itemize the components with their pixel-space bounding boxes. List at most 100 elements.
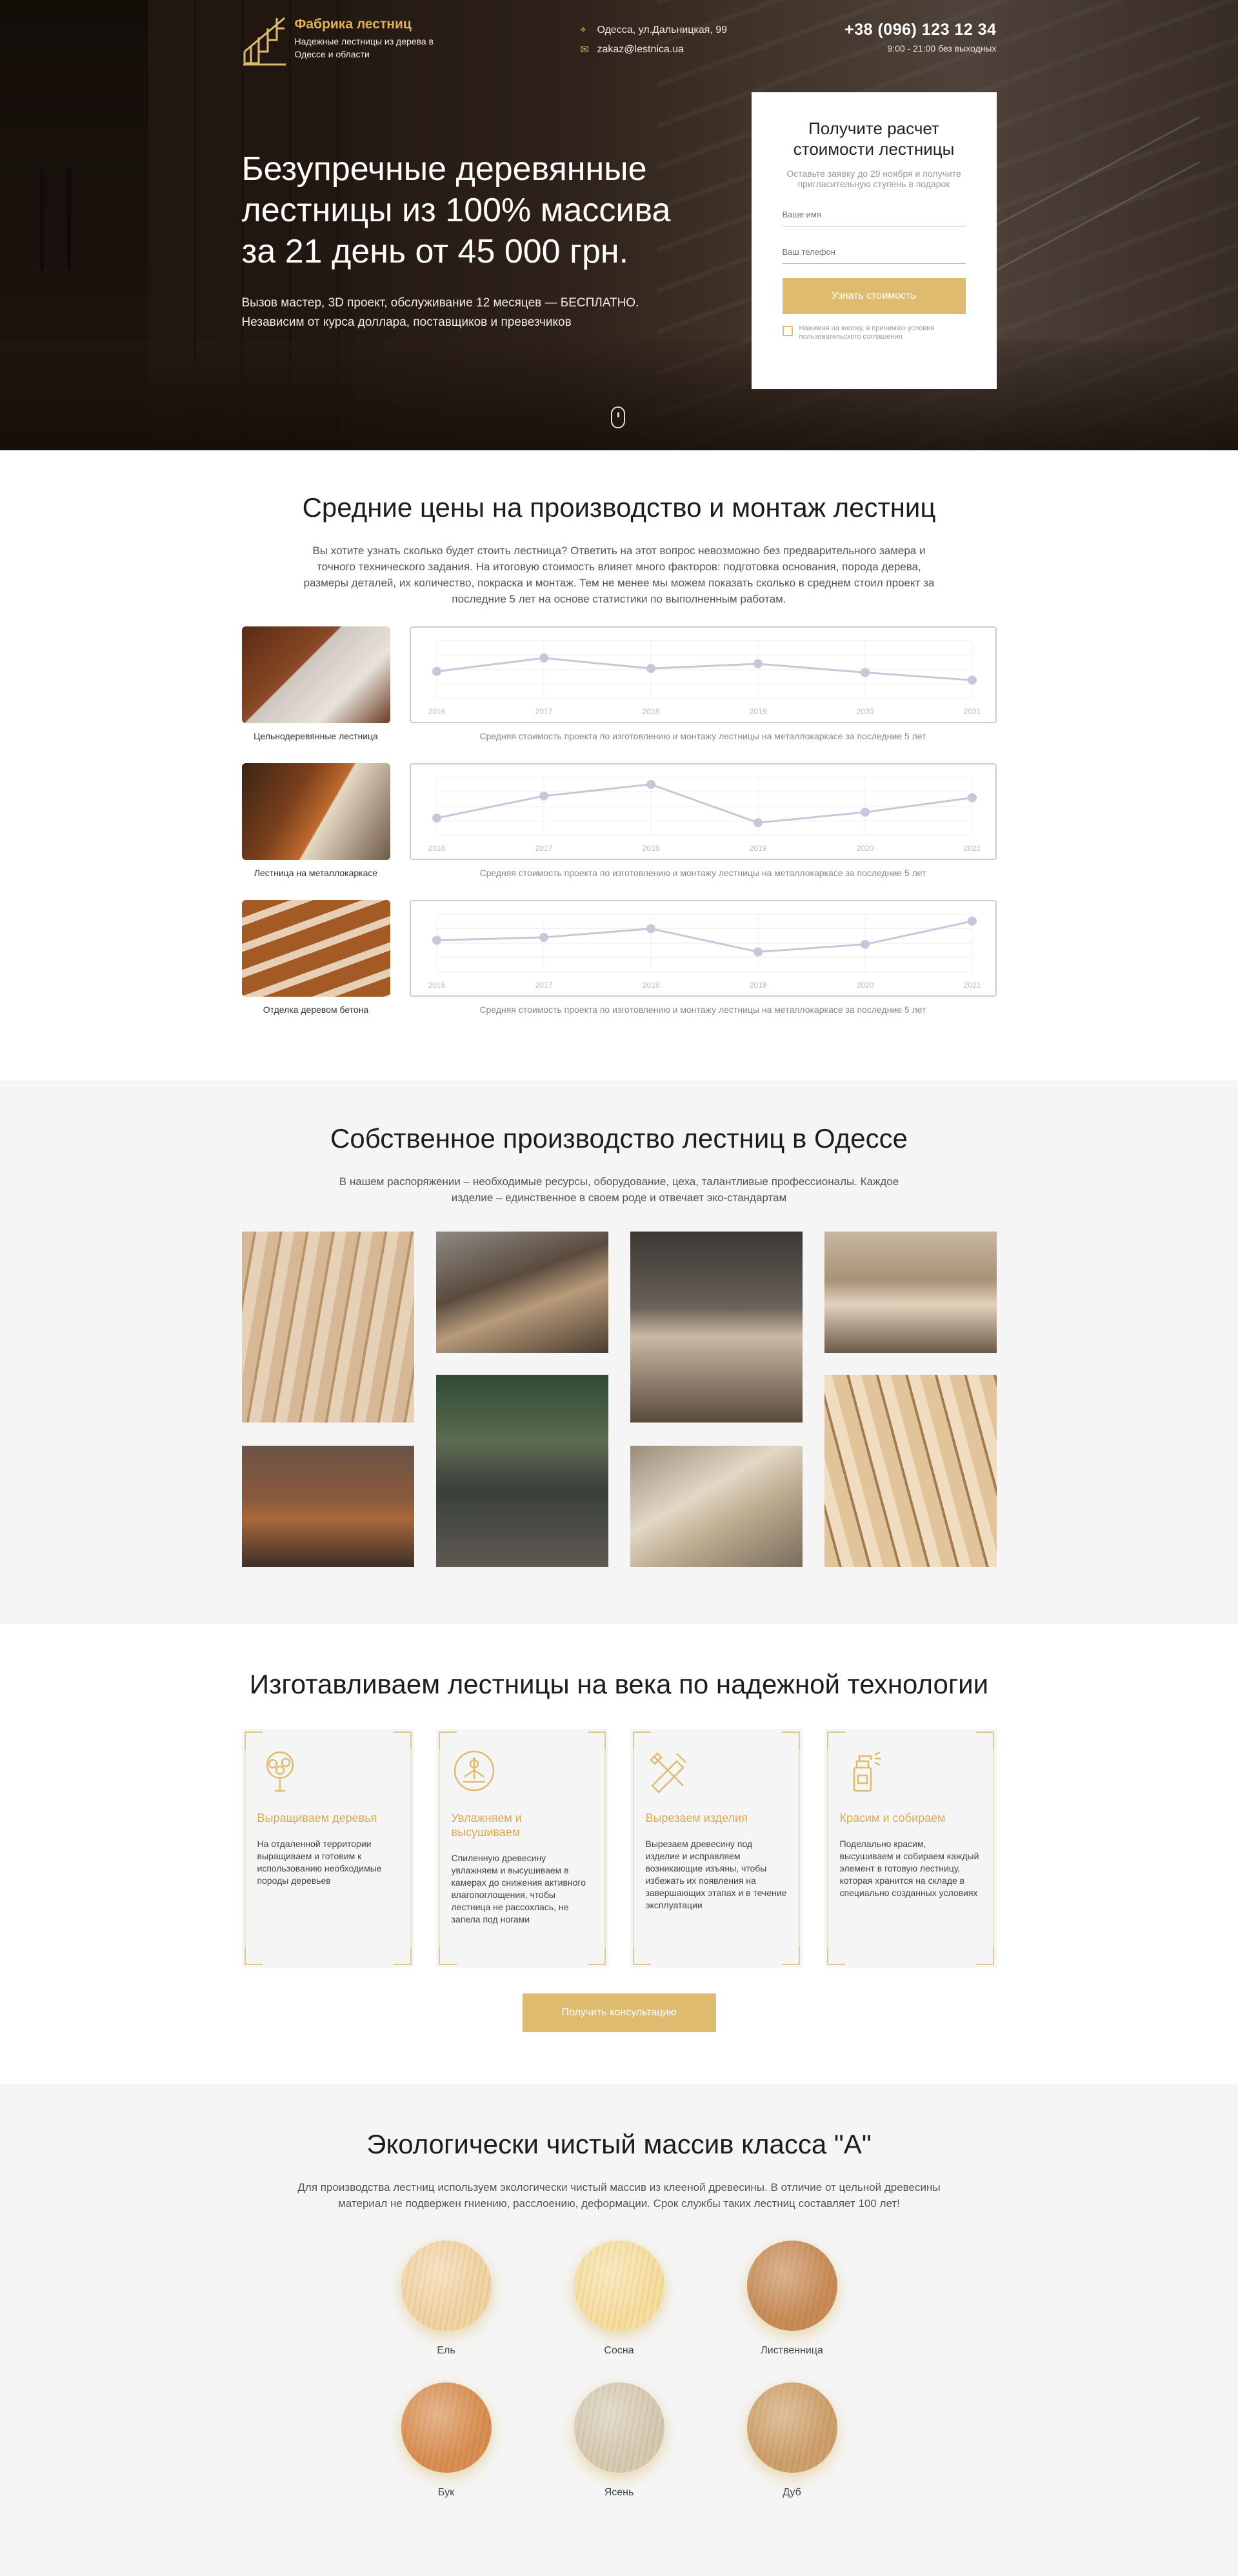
price-chart: 2016 2017 2018 2019 2020 2021 <box>409 626 997 723</box>
tree-icon <box>266 1751 294 1792</box>
email-link[interactable]: zakaz@lestnica.ua <box>597 44 684 55</box>
price-row-caption: Цельнодеревянные лестница <box>254 731 378 741</box>
chart-tick-label: 2016 <box>428 707 445 716</box>
gallery-photo[interactable] <box>435 1232 608 1353</box>
wood-sample <box>574 2241 664 2331</box>
scroll-down-mouse-icon[interactable] <box>610 406 625 428</box>
chart-tick-label: 2020 <box>856 844 874 853</box>
technology-title: Изготавливаем лестницы на века по надежн… <box>249 1669 989 1699</box>
form-note: Оставьте заявку до 29 ноября и получите … <box>786 168 961 189</box>
name-input[interactable] <box>782 203 966 226</box>
price-chart: 2016 2017 2018 2019 2020 2021 <box>409 900 997 997</box>
phone-input[interactable] <box>782 241 966 264</box>
eco-section: Экологически чистый массив класса "А" Дл… <box>0 2084 1238 2576</box>
wood-label: Дуб <box>783 2487 801 2498</box>
agreement-checkbox[interactable] <box>782 326 793 336</box>
gallery-photo[interactable] <box>824 1375 997 1567</box>
gallery-photo[interactable] <box>630 1232 803 1423</box>
chart-point[interactable] <box>967 675 977 685</box>
hero-title: Безупречные деревянные лестницы из 100% … <box>241 150 671 270</box>
prices-title: Средние цены на производство и монтаж ле… <box>302 492 936 523</box>
chart-series-line <box>436 657 972 681</box>
tech-card-title: Красим и собираем <box>839 1812 946 1824</box>
wood-item[interactable]: Дуб <box>746 2382 837 2499</box>
price-line-chart: 2016 2017 2018 2019 2020 2021 <box>428 640 981 716</box>
price-row-caption: Лестница на металлокаркасе <box>254 868 378 878</box>
tech-card-text: Вырезаем древесину под изделие и исправл… <box>645 1839 787 1910</box>
eco-text: Для производства лестниц используем экол… <box>297 2181 941 2210</box>
wood-sample <box>746 2241 837 2331</box>
header: Фабрика лестниц Надежные лестницы из дер… <box>242 14 997 66</box>
chart-point[interactable] <box>967 916 977 926</box>
chart-point[interactable] <box>539 654 548 663</box>
gallery-photo[interactable] <box>241 1232 414 1423</box>
price-row: Цельнодеревянные лестница 2016 2017 2018 20… <box>241 626 997 747</box>
agreement-text: Нажимая на кнопку, я принимаю условия по… <box>799 324 935 341</box>
spray-paint-icon <box>853 1751 881 1792</box>
chart-point[interactable] <box>646 664 655 674</box>
production-gallery <box>241 1232 997 1567</box>
chart-tick-label: 2018 <box>642 707 659 716</box>
price-row-caption: Отделка деревом бетона <box>263 1004 369 1015</box>
wood-label: Бук <box>437 2487 455 2498</box>
chart-tick-label: 2016 <box>428 844 445 853</box>
chart-tick-label: 2019 <box>749 844 766 853</box>
phone-number[interactable]: +38 (096) 123 12 34 <box>844 21 996 39</box>
production-section: Собственное производство лестниц в Одесс… <box>0 1081 1238 1624</box>
chart-point[interactable] <box>753 947 763 957</box>
chart-series-line <box>436 920 972 954</box>
chart-tick-label: 2017 <box>535 707 552 716</box>
gallery-photo[interactable] <box>241 1446 414 1567</box>
chart-tick-label: 2016 <box>428 981 445 990</box>
stairs-logo-icon <box>243 17 286 66</box>
chart-point[interactable] <box>539 791 548 801</box>
staircase-photo <box>241 900 390 997</box>
wood-item[interactable]: Ель <box>401 2241 492 2357</box>
wood-label: Ясень <box>604 2487 634 2498</box>
working-hours: 9:00 - 21:00 без выходных <box>887 43 997 54</box>
chart-tick-label: 2021 <box>963 844 981 853</box>
chart-point[interactable] <box>432 814 441 823</box>
logo-subtitle: Надежные лестницы из дерева в Одессе и о… <box>294 36 434 59</box>
logo[interactable]: Фабрика лестниц Надежные лестницы из дер… <box>242 14 450 66</box>
chart-tick-label: 2017 <box>535 981 552 990</box>
chart-point[interactable] <box>539 933 548 942</box>
staircase-photo <box>241 763 390 860</box>
wood-item[interactable]: Бук <box>401 2382 492 2499</box>
map-pin-icon: ⌖ <box>580 25 586 35</box>
get-price-button[interactable]: Узнать стоимость <box>782 278 966 314</box>
wood-label: Сосна <box>604 2345 634 2356</box>
calc-form: Получите расчет стоимости лестницы Остав… <box>751 92 997 389</box>
chart-point[interactable] <box>860 808 870 817</box>
chart-point[interactable] <box>646 779 655 789</box>
price-chart: 2016 2017 2018 2019 2020 2021 <box>409 763 997 860</box>
chart-tick-label: 2018 <box>642 981 659 990</box>
email-row[interactable]: ✉ zakaz@lestnica.ua <box>581 40 728 59</box>
chart-point[interactable] <box>753 659 763 668</box>
hero-text: Вызов мастер, 3D проект, обслуживание 12… <box>241 296 639 329</box>
gallery-photo[interactable] <box>630 1446 803 1567</box>
tech-card: Увлажняем и высушиваем Спиленную древеси… <box>435 1729 608 1968</box>
chart-point[interactable] <box>646 924 655 934</box>
log-drying-icon <box>454 1750 494 1792</box>
gallery-photo[interactable] <box>824 1232 997 1353</box>
chart-tick-label: 2021 <box>963 981 981 990</box>
tech-card-title: Вырезаем изделия <box>645 1812 748 1824</box>
chart-point[interactable] <box>860 668 870 677</box>
chart-point[interactable] <box>967 793 977 803</box>
wood-item[interactable]: Лиственница <box>746 2241 837 2357</box>
staircase-photo <box>241 626 390 723</box>
header-phone: +38 (096) 123 12 34 9:00 - 21:00 без вых… <box>844 21 996 54</box>
wood-item[interactable]: Сосна <box>574 2241 664 2357</box>
chart-point[interactable] <box>753 818 763 828</box>
tech-card: Красим и собираем Поделально красим, выс… <box>824 1729 997 1968</box>
chart-point[interactable] <box>432 666 441 676</box>
chart-point[interactable] <box>432 935 441 945</box>
wood-item[interactable]: Ясень <box>574 2382 664 2499</box>
get-consultation-button[interactable]: Получить консультацию <box>522 1993 716 2032</box>
chart-tick-label: 2018 <box>642 844 659 853</box>
gallery-photo[interactable] <box>435 1375 608 1567</box>
chart-tick-label: 2020 <box>856 707 874 716</box>
tech-card-title: Увлажняем и высушиваем <box>451 1812 522 1839</box>
chart-point[interactable] <box>860 939 870 949</box>
